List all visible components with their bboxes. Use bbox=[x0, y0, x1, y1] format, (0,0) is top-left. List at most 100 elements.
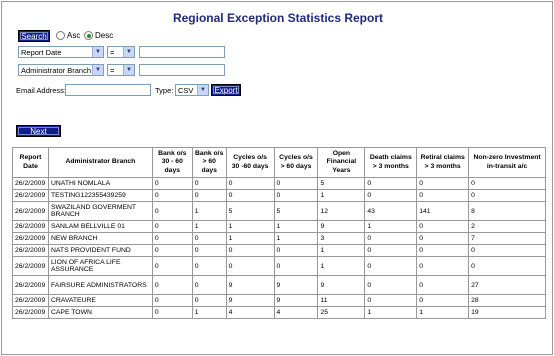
chevron-down-icon: ▼ bbox=[92, 65, 103, 75]
table-cell: 0 bbox=[364, 256, 418, 276]
table-cell: 0 bbox=[416, 244, 470, 257]
asc-label: Asc bbox=[67, 31, 81, 40]
table-cell: 0 bbox=[364, 275, 418, 295]
table-cell: 9 bbox=[273, 275, 319, 295]
table-cell: 0 bbox=[151, 189, 193, 202]
table-cell: 0 bbox=[468, 244, 546, 257]
table-cell: CRAVATEURE bbox=[47, 294, 153, 307]
table-cell: 26/2/2009 bbox=[12, 306, 49, 319]
table-cell: 11 bbox=[317, 294, 366, 307]
table-cell: 0 bbox=[364, 177, 418, 190]
table-cell: 25 bbox=[317, 306, 366, 319]
table-cell: 19 bbox=[468, 306, 546, 319]
column-header: Open Financial Years bbox=[317, 147, 366, 178]
table-cell: 0 bbox=[191, 189, 227, 202]
table-cell: 4 bbox=[273, 306, 319, 319]
table-row: 26/2/2009 FAIRSURE ADMINISTRATORS 0 0 9 9 9 0 0 2… bbox=[12, 275, 546, 295]
type-select[interactable]: CSV ▼ bbox=[175, 84, 209, 96]
table-cell: CAPE TOWN bbox=[47, 306, 153, 319]
table-cell: 9 bbox=[317, 220, 366, 233]
table-cell: 1 bbox=[273, 232, 319, 245]
table-row: 26/2/2009 CAPE TOWN 0 1 4 4 25 1 1 19 bbox=[12, 306, 546, 319]
table-cell: 0 bbox=[191, 177, 227, 190]
table-cell: 0 bbox=[225, 244, 275, 257]
table-cell: 26/2/2009 bbox=[12, 275, 49, 295]
table-cell: 0 bbox=[191, 294, 227, 307]
table-cell: 27 bbox=[468, 275, 546, 295]
table-cell: 9 bbox=[225, 294, 275, 307]
table-cell: 0 bbox=[151, 232, 193, 245]
table-cell: 0 bbox=[273, 256, 319, 276]
table-header-row: Report Date Administrator Branch Bank o/… bbox=[12, 147, 546, 178]
export-button[interactable]: Export bbox=[211, 84, 241, 96]
table-cell: 0 bbox=[273, 177, 319, 190]
table-row: 26/2/2009 SWAZILAND GOVERMENT BRANCH 0 1 5 5 1… bbox=[12, 201, 546, 221]
table-cell: SANLAM BELLVILLE 01 bbox=[47, 220, 153, 233]
desc-radio[interactable] bbox=[84, 31, 93, 40]
column-header: Cycles o/s > 60 days bbox=[273, 147, 319, 178]
table-cell: 0 bbox=[151, 306, 193, 319]
table-cell: 1 bbox=[317, 244, 366, 257]
table-cell: 26/2/2009 bbox=[12, 294, 49, 307]
table-row: 26/2/2009 UNATHI NOMLALA 0 0 0 0 5 0 0 0 bbox=[12, 177, 546, 190]
table-cell: 28 bbox=[468, 294, 546, 307]
column-header: Retiral claims > 3 months bbox=[416, 147, 470, 178]
column-header: Non-zero Investment in-transit a/c bbox=[468, 147, 546, 178]
table-cell: 0 bbox=[273, 244, 319, 257]
table-cell: 1 bbox=[416, 306, 470, 319]
table-cell: 1 bbox=[225, 232, 275, 245]
table-cell: 43 bbox=[364, 201, 418, 221]
table-cell: 1 bbox=[364, 306, 418, 319]
search-button[interactable]: Search bbox=[18, 30, 50, 42]
table-cell: 0 bbox=[151, 177, 193, 190]
filter-operator-select-2[interactable]: = ▼ bbox=[107, 64, 135, 76]
filter-value-input-1[interactable] bbox=[139, 46, 225, 58]
table-cell: 8 bbox=[468, 201, 546, 221]
filter-field-select-2[interactable]: Administrator Branch ▼ bbox=[18, 64, 104, 76]
column-header: Bank o/s > 60 days bbox=[191, 147, 227, 178]
table-cell: 2 bbox=[468, 220, 546, 233]
table-cell: 5 bbox=[225, 201, 275, 221]
filter-operator-select-1[interactable]: = ▼ bbox=[107, 46, 135, 58]
table-row: 26/2/2009 LION OF AFRICA LIFE ASSURANCE 0 0… bbox=[12, 256, 546, 276]
asc-radio[interactable] bbox=[56, 31, 65, 40]
column-header: Bank o/s 30 - 60 days bbox=[151, 147, 193, 178]
table-cell: 1 bbox=[225, 220, 275, 233]
sort-asc-option[interactable]: Asc bbox=[56, 31, 80, 40]
table-cell: 0 bbox=[151, 244, 193, 257]
table-cell: 0 bbox=[416, 256, 470, 276]
table-cell: 5 bbox=[317, 177, 366, 190]
table-cell: 0 bbox=[416, 275, 470, 295]
table-cell: 141 bbox=[416, 201, 470, 221]
table-cell: 0 bbox=[225, 189, 275, 202]
table-cell: 9 bbox=[225, 275, 275, 295]
report-table: Report Date Administrator Branch Bank o/… bbox=[12, 147, 546, 319]
table-cell: 12 bbox=[317, 201, 366, 221]
table-cell: 0 bbox=[416, 232, 470, 245]
chevron-down-icon: ▼ bbox=[197, 85, 208, 95]
table-cell: 0 bbox=[225, 177, 275, 190]
table-cell: 3 bbox=[317, 232, 366, 245]
type-label: Type: bbox=[155, 86, 174, 95]
sort-desc-option[interactable]: Desc bbox=[84, 31, 113, 40]
table-cell: 9 bbox=[273, 294, 319, 307]
table-cell: 0 bbox=[416, 189, 470, 202]
next-button[interactable]: Next bbox=[16, 125, 61, 137]
column-header: Administrator Branch bbox=[47, 147, 153, 178]
table-cell: 26/2/2009 bbox=[12, 220, 49, 233]
table-cell: 0 bbox=[416, 220, 470, 233]
table-cell: 0 bbox=[273, 189, 319, 202]
table-cell: NEW BRANCH bbox=[47, 232, 153, 245]
table-cell: 0 bbox=[225, 256, 275, 276]
table-cell: FAIRSURE ADMINISTRATORS bbox=[47, 275, 153, 295]
table-cell: 0 bbox=[364, 232, 418, 245]
filter-field-select-1[interactable]: Report Date ▼ bbox=[18, 46, 104, 58]
email-input[interactable] bbox=[65, 84, 151, 96]
table-cell: 7 bbox=[468, 232, 546, 245]
column-header: Death claims > 3 months bbox=[364, 147, 418, 178]
filter-value-input-2[interactable] bbox=[139, 64, 225, 76]
table-cell: 26/2/2009 bbox=[12, 177, 49, 190]
table-cell: 0 bbox=[151, 294, 193, 307]
table-body: 26/2/2009 UNATHI NOMLALA 0 0 0 0 5 0 0 0 26/2/2009… bbox=[12, 177, 546, 319]
table-cell: 0 bbox=[191, 232, 227, 245]
